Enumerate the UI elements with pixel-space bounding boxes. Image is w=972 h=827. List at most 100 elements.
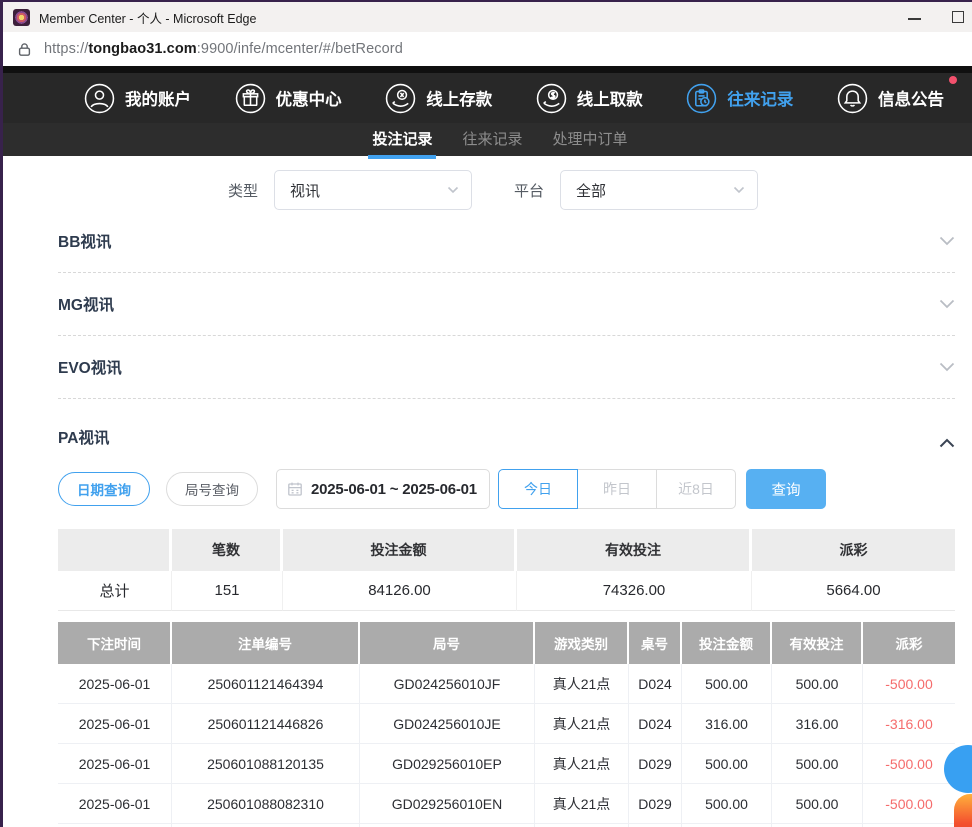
bet-amount-cell: 500.00 (682, 744, 772, 784)
detail-header-cell: 桌号 (629, 622, 682, 664)
valid-bet-cell: 500.00 (772, 744, 863, 784)
summary-header-row: 笔数 投注金额 有效投注 派彩 (58, 529, 955, 571)
gift-icon (235, 83, 266, 114)
order-id-cell: 250601121446826 (172, 704, 360, 744)
detail-header-cell: 投注金额 (682, 622, 772, 664)
lock-icon[interactable] (12, 37, 36, 61)
tab-bet-record[interactable]: 投注记录 (372, 123, 432, 156)
table-no-cell: D029 (629, 784, 682, 824)
table-no-cell: D024 (629, 704, 682, 744)
today-button[interactable]: 今日 (498, 469, 578, 509)
yesterday-button[interactable]: 昨日 (577, 469, 657, 509)
nav-item-promotions[interactable]: 优惠中心 (235, 83, 342, 114)
summary-header-cell: 投注金额 (283, 529, 517, 571)
table-row: 2025-06-01 250601121446826 GD024256010JE… (58, 704, 955, 744)
chevron-down-icon[interactable] (939, 362, 955, 372)
bet-time-cell: 2025-06-01 (58, 784, 172, 824)
bet-time-cell: 2025-06-01 (58, 664, 172, 704)
tab-pending-orders[interactable]: 处理中订单 (553, 123, 628, 156)
bet-amount-cell: 500.00 (682, 664, 772, 704)
bell-icon (837, 83, 868, 114)
nav-item-my-account[interactable]: 我的账户 (84, 83, 191, 114)
detail-header-cell: 局号 (360, 622, 535, 664)
order-id-cell: 250601121464394 (172, 664, 360, 704)
order-id-cell: 250601088120135 (172, 744, 360, 784)
nav-label: 信息公告 (878, 86, 944, 110)
summary-total-row: 总计 151 84126.00 74326.00 5664.00 (58, 571, 955, 611)
section-title: EVO视讯 (58, 356, 122, 378)
chevron-down-icon[interactable] (939, 299, 955, 309)
section-mg-video[interactable]: MG视讯 (58, 273, 955, 336)
nav-label: 线上取款 (577, 86, 643, 110)
table-no-cell: D024 (629, 664, 682, 704)
chevron-down-icon (733, 186, 745, 194)
payout-cell: -316.00 (863, 704, 955, 744)
section-title: BB视讯 (58, 230, 111, 252)
round-id-cell: GD024256010JF (360, 664, 535, 704)
summary-cell: 151 (172, 571, 283, 611)
chevron-down-icon (447, 186, 459, 194)
tab-transaction-record[interactable]: 往来记录 (462, 123, 522, 156)
nav-label: 往来记录 (727, 86, 793, 110)
calendar-icon (287, 481, 303, 497)
summary-cell: 74326.00 (517, 571, 752, 611)
nav-item-transaction-records[interactable]: 往来记录 (686, 83, 793, 114)
payout-cell: -500.00 (863, 664, 955, 704)
nav-item-withdraw[interactable]: 线上取款 (536, 83, 643, 114)
url-text: https://tongbao31.com:9900/infe/mcenter/… (44, 41, 403, 57)
bet-time-cell: 2025-06-01 (58, 704, 172, 744)
table-row: 2025-06-01 250601121464394 GD024256010JF… (58, 664, 955, 704)
bet-amount-cell: 500.00 (682, 784, 772, 824)
detail-header-cell: 游戏类别 (535, 622, 629, 664)
round-query-button[interactable]: 局号查询 (166, 472, 258, 506)
valid-bet-cell: 500.00 (772, 664, 863, 704)
browser-window: Member Center - 个人 - Microsoft Edge http… (0, 0, 972, 827)
url-host: tongbao31.com (88, 41, 196, 57)
chevron-up-icon[interactable] (939, 438, 955, 448)
nav-item-announcements[interactable]: 信息公告 (837, 83, 944, 114)
section-bb-video[interactable]: BB视讯 (58, 210, 955, 273)
detail-header-cell: 派彩 (863, 622, 955, 664)
summary-header-cell: 笔数 (172, 529, 283, 571)
order-id-cell: 250601088082310 (172, 784, 360, 824)
section-evo-video[interactable]: EVO视讯 (58, 336, 955, 399)
type-select[interactable]: 视讯 (274, 170, 472, 210)
address-bar[interactable]: https://tongbao31.com:9900/infe/mcenter/… (0, 32, 972, 66)
search-button[interactable]: 查询 (746, 469, 826, 509)
game-type-cell: 真人21点 (535, 664, 629, 704)
type-select-value: 视讯 (290, 180, 320, 201)
type-filter-label: 类型 (228, 180, 258, 201)
deposit-icon (385, 83, 416, 114)
quick-range-group: 今日 昨日 近8日 (498, 469, 736, 509)
detail-header-cell: 有效投注 (772, 622, 863, 664)
floating-promo-button[interactable] (954, 794, 972, 827)
summary-cell: 5664.00 (752, 571, 955, 611)
sub-navigation: 投注记录 往来记录 处理中订单 (0, 123, 972, 156)
date-range-value: 2025-06-01 ~ 2025-06-01 (311, 481, 477, 498)
page-header-gap (0, 66, 972, 73)
summary-header-cell: 有效投注 (517, 529, 752, 571)
minimize-button[interactable] (908, 18, 921, 20)
filter-row: 类型 视讯 平台 全部 (228, 170, 972, 210)
summary-table: 笔数 投注金额 有效投注 派彩 总计 151 84126.00 74326.00… (58, 529, 955, 611)
game-type-cell: 真人21点 (535, 704, 629, 744)
section-pa-video[interactable]: PA视讯 (58, 399, 955, 456)
valid-bet-cell: 500.00 (772, 784, 863, 824)
date-range-picker[interactable]: 2025-06-01 ~ 2025-06-01 (276, 469, 490, 509)
window-frame-border (0, 2, 3, 827)
platform-select-value: 全部 (576, 180, 606, 201)
chevron-down-icon[interactable] (939, 236, 955, 246)
maximize-button[interactable] (952, 11, 964, 23)
table-row: 2025-06-01 250601088082310 GD029256010EN… (58, 784, 955, 824)
platform-select[interactable]: 全部 (560, 170, 758, 210)
summary-cell: 总计 (58, 571, 172, 611)
platform-filter-label: 平台 (514, 180, 544, 201)
section-title: MG视讯 (58, 293, 114, 315)
last-8-days-button[interactable]: 近8日 (656, 469, 736, 509)
nav-item-deposit[interactable]: 线上存款 (385, 83, 492, 114)
detail-header-cell: 下注时间 (58, 622, 172, 664)
date-query-button[interactable]: 日期查询 (58, 472, 150, 506)
url-path: :9900/infe/mcenter/#/betRecord (197, 41, 403, 57)
window-title: Member Center - 个人 - Microsoft Edge (39, 8, 256, 27)
title-bar: Member Center - 个人 - Microsoft Edge (0, 2, 972, 32)
